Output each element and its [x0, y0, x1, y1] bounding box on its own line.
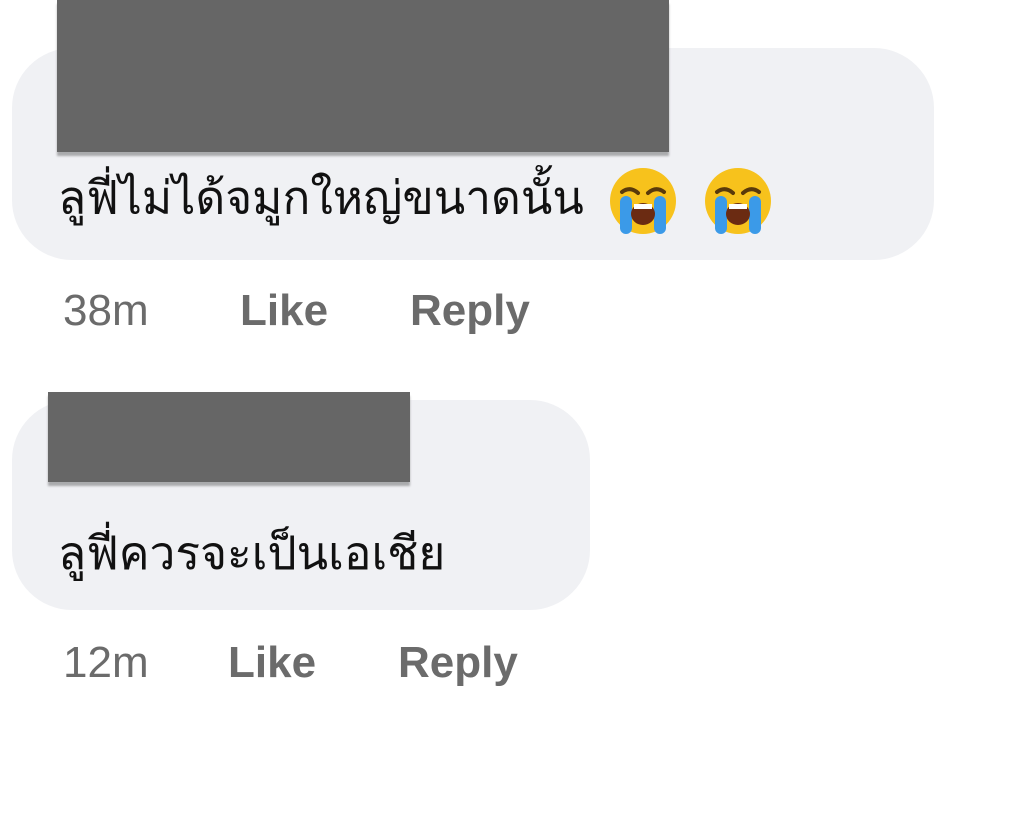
comment-timestamp: 12m [63, 638, 149, 687]
reply-button[interactable]: Reply [398, 641, 518, 685]
reply-button[interactable]: Reply [410, 289, 530, 333]
comment-timestamp: 38m [63, 286, 149, 335]
comment-text: ลูฟี่ไม่ได้จมูกใหญ่ขนาดนั้น [58, 170, 584, 225]
redacted-author-name [57, 0, 669, 152]
loudly-crying-face-icon [608, 166, 678, 236]
redacted-author-name [48, 392, 410, 482]
like-button[interactable]: Like [228, 641, 316, 685]
comment-text-row: ลูฟี่ไม่ได้จมูกใหญ่ขนาดนั้น [58, 166, 773, 236]
comment-text-row: ลูฟี่ควรจะเป็นเอเชีย [58, 530, 445, 576]
like-button[interactable]: Like [240, 289, 328, 333]
loudly-crying-face-icon [703, 166, 773, 236]
comment-text: ลูฟี่ควรจะเป็นเอเชีย [58, 526, 446, 580]
